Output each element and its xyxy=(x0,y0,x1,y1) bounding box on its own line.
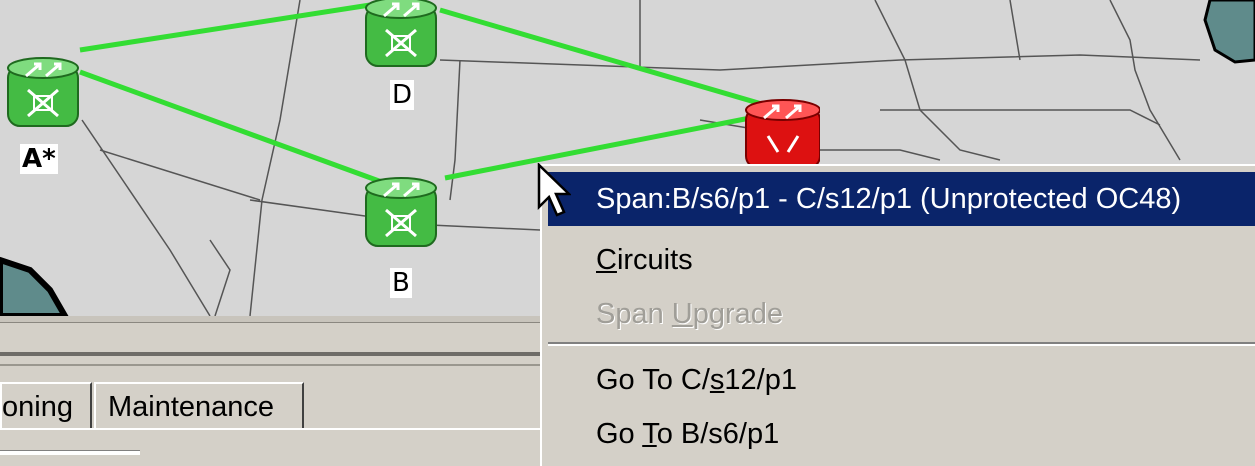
panel-field xyxy=(0,450,140,455)
mouse-pointer-icon xyxy=(537,163,571,217)
tab-provisioning[interactable]: oning xyxy=(0,382,92,428)
menu-item-goto-b[interactable]: Go To B/s6/p1 xyxy=(548,408,1255,460)
mnemonic: s xyxy=(709,364,725,396)
menu-item-label: ircuits xyxy=(616,244,693,276)
mnemonic: U xyxy=(671,298,693,330)
router-icon xyxy=(365,0,437,67)
menu-item-circuits[interactable]: Circuits xyxy=(548,234,1255,286)
router-icon xyxy=(365,177,437,247)
menu-item-label: pgrade xyxy=(692,298,784,330)
menu-header-span[interactable]: Span:B/s6/p1 - C/s12/p1 (Unprotected OC4… xyxy=(548,172,1255,226)
node-b-label: B xyxy=(390,268,412,298)
menu-item-label: o B/s6/p1 xyxy=(656,418,780,450)
menu-item-label: Span xyxy=(596,298,672,330)
menu-item-span-upgrade: Span Upgrade xyxy=(548,288,1255,340)
network-node-b[interactable] xyxy=(362,174,440,252)
router-icon xyxy=(7,57,79,127)
menu-item-label: 12/p1 xyxy=(724,364,797,396)
tab-maintenance[interactable]: Maintenance xyxy=(94,382,304,428)
mnemonic: T xyxy=(642,418,657,450)
mnemonic: C xyxy=(596,244,617,276)
menu-item-label: Go xyxy=(596,418,643,450)
network-node-c[interactable] xyxy=(742,96,821,174)
network-node-a[interactable] xyxy=(4,54,82,132)
menu-item-label: Go To C/ xyxy=(596,364,710,396)
node-a-label: A* xyxy=(20,144,58,174)
context-menu: Span:B/s6/p1 - C/s12/p1 (Unprotected OC4… xyxy=(540,164,1255,466)
menu-separator xyxy=(548,342,1255,346)
menu-item-goto-c[interactable]: Go To C/s12/p1 xyxy=(548,354,1255,406)
network-node-d[interactable] xyxy=(362,0,440,72)
router-alarm-icon xyxy=(745,99,821,169)
node-d-label: D xyxy=(390,80,415,110)
